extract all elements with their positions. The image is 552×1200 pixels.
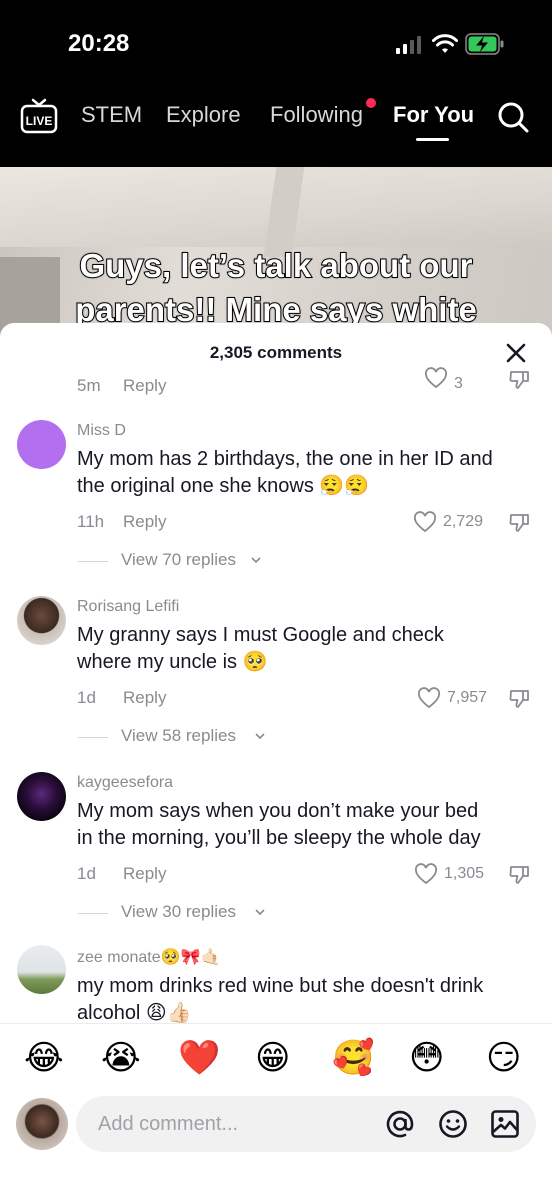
reply-button[interactable]: Reply xyxy=(123,376,166,396)
comment-text-line: My granny says I must Google and check xyxy=(77,624,444,646)
video-caption-line1: Guys, let’s talk about our xyxy=(78,246,473,285)
chevron-down-icon xyxy=(255,909,265,916)
dislike-icon[interactable] xyxy=(508,688,530,710)
notification-dot xyxy=(366,98,376,108)
comment-text: My mom has 2 birthdays, the one in her I… xyxy=(77,446,537,500)
comment-item: zee monate🥺🎀🤙🏻 my mom drinks red wine bu… xyxy=(0,945,552,1025)
comment-username[interactable]: zee monate🥺🎀🤙🏻 xyxy=(77,947,220,967)
comment-text: My mom says when you don’t make your bed… xyxy=(77,798,537,852)
tab-following[interactable]: Following xyxy=(270,102,363,128)
comment-text-line: my mom drinks red wine but she doesn't d… xyxy=(77,975,484,997)
search-icon[interactable] xyxy=(497,101,529,133)
comment-text-line: the original one she knows 😮‍💨😮‍💨 xyxy=(77,475,370,497)
live-icon[interactable]: LIVE xyxy=(20,98,58,134)
emoji-grin-button[interactable]: 😁 xyxy=(255,1038,290,1078)
chevron-down-icon xyxy=(255,733,265,740)
reply-button[interactable]: Reply xyxy=(123,688,166,708)
emoji-hearts-face-button[interactable]: 🥰 xyxy=(332,1038,374,1078)
reply-button[interactable]: Reply xyxy=(123,512,166,532)
video-caption: Guys, let’s talk about our parents!! Min… xyxy=(0,244,552,332)
comment-text: my mom drinks red wine but she doesn't d… xyxy=(77,973,537,1027)
wifi-icon xyxy=(432,34,458,53)
comment-text: My granny says I must Google and check w… xyxy=(77,622,537,676)
comment-time: 1d xyxy=(77,864,96,883)
comment-text-line: where my uncle is 🥺 xyxy=(77,651,268,673)
user-avatar[interactable] xyxy=(16,1098,68,1150)
like-count: 2,729 xyxy=(443,513,484,530)
avatar[interactable] xyxy=(17,596,66,645)
emoji-smirk-button[interactable]: 😏 xyxy=(486,1038,521,1078)
emoji-sob-button[interactable]: 😭 xyxy=(101,1038,141,1078)
status-time: 20:28 xyxy=(68,30,130,57)
avatar[interactable] xyxy=(17,772,66,821)
replies-divider xyxy=(78,561,108,562)
avatar[interactable] xyxy=(17,420,66,469)
comment-text-line: in the morning, you’ll be sleepy the who… xyxy=(77,827,481,849)
heart-icon[interactable] xyxy=(424,367,448,389)
tab-explore[interactable]: Explore xyxy=(166,102,241,128)
emoji-joy-button[interactable]: 😂 xyxy=(24,1038,64,1078)
emoji-picker-icon[interactable] xyxy=(438,1109,468,1139)
tab-for-you[interactable]: For You xyxy=(393,102,474,128)
comment-composer: 😂 😭 ❤️ 😁 🥰 😳 😏 xyxy=(0,1023,552,1200)
image-attach-icon[interactable] xyxy=(490,1109,520,1139)
reply-button[interactable]: Reply xyxy=(123,864,166,884)
battery-charging-icon xyxy=(465,33,504,55)
comment-item: Miss D My mom has 2 birthdays, the one i… xyxy=(0,418,552,578)
view-replies-label: View 58 replies xyxy=(121,726,236,745)
signal-icon xyxy=(396,36,421,54)
comments-count-title: 2,305 comments xyxy=(209,343,343,362)
dislike-icon[interactable] xyxy=(508,369,530,391)
like-count: 7,957 xyxy=(447,689,488,706)
heart-icon[interactable] xyxy=(414,863,438,885)
comment-time: 11h xyxy=(77,512,105,531)
dislike-icon[interactable] xyxy=(508,864,530,886)
view-replies-label: View 70 replies xyxy=(121,550,236,569)
heart-icon[interactable] xyxy=(413,511,437,533)
top-nav: LIVE STEM Explore Following For You xyxy=(0,88,552,167)
like-count: 1,305 xyxy=(444,865,485,882)
comment-time: 5m xyxy=(77,376,101,395)
comment-username[interactable]: Miss D xyxy=(77,422,126,440)
comment-item: Rorisang Lefifi My granny says I must Go… xyxy=(0,594,552,754)
emoji-flushed-button[interactable]: 😳 xyxy=(409,1038,444,1078)
tab-stem[interactable]: STEM xyxy=(81,102,142,128)
comment-text-line: My mom has 2 birthdays, the one in her I… xyxy=(77,448,493,470)
avatar[interactable] xyxy=(17,945,66,994)
live-label: LIVE xyxy=(26,114,53,128)
replies-divider xyxy=(78,913,108,914)
chevron-down-icon xyxy=(251,557,261,564)
close-icon[interactable] xyxy=(504,341,528,365)
dislike-icon[interactable] xyxy=(508,512,530,534)
replies-divider xyxy=(78,737,108,738)
comment-time: 1d xyxy=(77,688,96,707)
emoji-heart-button[interactable]: ❤️ xyxy=(178,1038,220,1078)
status-bar: 20:28 xyxy=(0,0,552,88)
comment-username[interactable]: kaygeesefora xyxy=(77,774,173,792)
comment-item: kaygeesefora My mom says when you don’t … xyxy=(0,770,552,930)
view-replies-label: View 30 replies xyxy=(121,902,236,921)
comment-text-line: My mom says when you don’t make your bed xyxy=(77,800,479,822)
mention-icon[interactable] xyxy=(385,1109,415,1139)
like-count: 3 xyxy=(454,375,463,392)
comment-username[interactable]: Rorisang Lefifi xyxy=(77,598,179,616)
partial-comment-meta: 5m Reply 3 xyxy=(0,367,552,399)
active-tab-indicator xyxy=(416,138,449,141)
heart-icon[interactable] xyxy=(417,687,441,709)
